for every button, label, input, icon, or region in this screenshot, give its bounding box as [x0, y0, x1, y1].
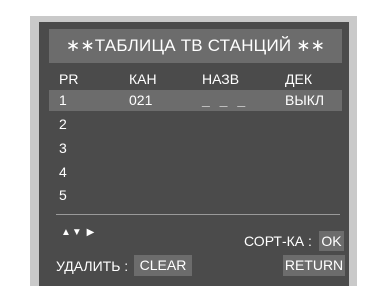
- row-channel: 021: [129, 92, 153, 108]
- row-pr: 1: [59, 92, 67, 108]
- sort-label: СОРТ-КА :: [244, 233, 312, 249]
- table-row[interactable]: 1 021 _ _ _ ВЫКЛ: [49, 90, 342, 111]
- clear-button[interactable]: CLEAR: [134, 255, 192, 276]
- row-decoder: ВЫКЛ: [285, 92, 325, 108]
- column-header-kan: КАН: [129, 71, 157, 87]
- table-row[interactable]: 4: [49, 162, 342, 183]
- menu-title-bar: ∗∗ТАБЛИЦА ТВ СТАНЦИЙ ∗∗: [49, 29, 342, 63]
- row-name: _ _ _: [202, 92, 249, 108]
- row-pr: 4: [59, 164, 67, 180]
- sort-ok-button[interactable]: OK: [319, 231, 344, 251]
- row-pr: 3: [59, 140, 67, 156]
- column-header-nazv: НАЗВ: [202, 71, 240, 87]
- table-row[interactable]: 5: [49, 185, 342, 206]
- footer-divider: [56, 214, 340, 215]
- navigation-arrows-icon: ▲▼ ▶: [61, 227, 96, 238]
- column-header-pr: PR: [59, 71, 79, 87]
- table-row[interactable]: 2: [49, 114, 342, 135]
- table-row[interactable]: 3: [49, 138, 342, 159]
- return-button[interactable]: RETURN: [283, 255, 345, 276]
- menu-title: ∗∗ТАБЛИЦА ТВ СТАНЦИЙ ∗∗: [65, 36, 326, 55]
- tv-screen-menu: ∗∗ТАБЛИЦА ТВ СТАНЦИЙ ∗∗ PR КАН НАЗВ ДЕК …: [39, 22, 349, 286]
- delete-label: УДАЛИТЬ :: [56, 258, 129, 274]
- row-pr: 2: [59, 116, 67, 132]
- table-header: PR КАН НАЗВ ДЕК: [49, 69, 342, 90]
- row-pr: 5: [59, 187, 67, 203]
- column-header-dek: ДЕК: [285, 71, 312, 87]
